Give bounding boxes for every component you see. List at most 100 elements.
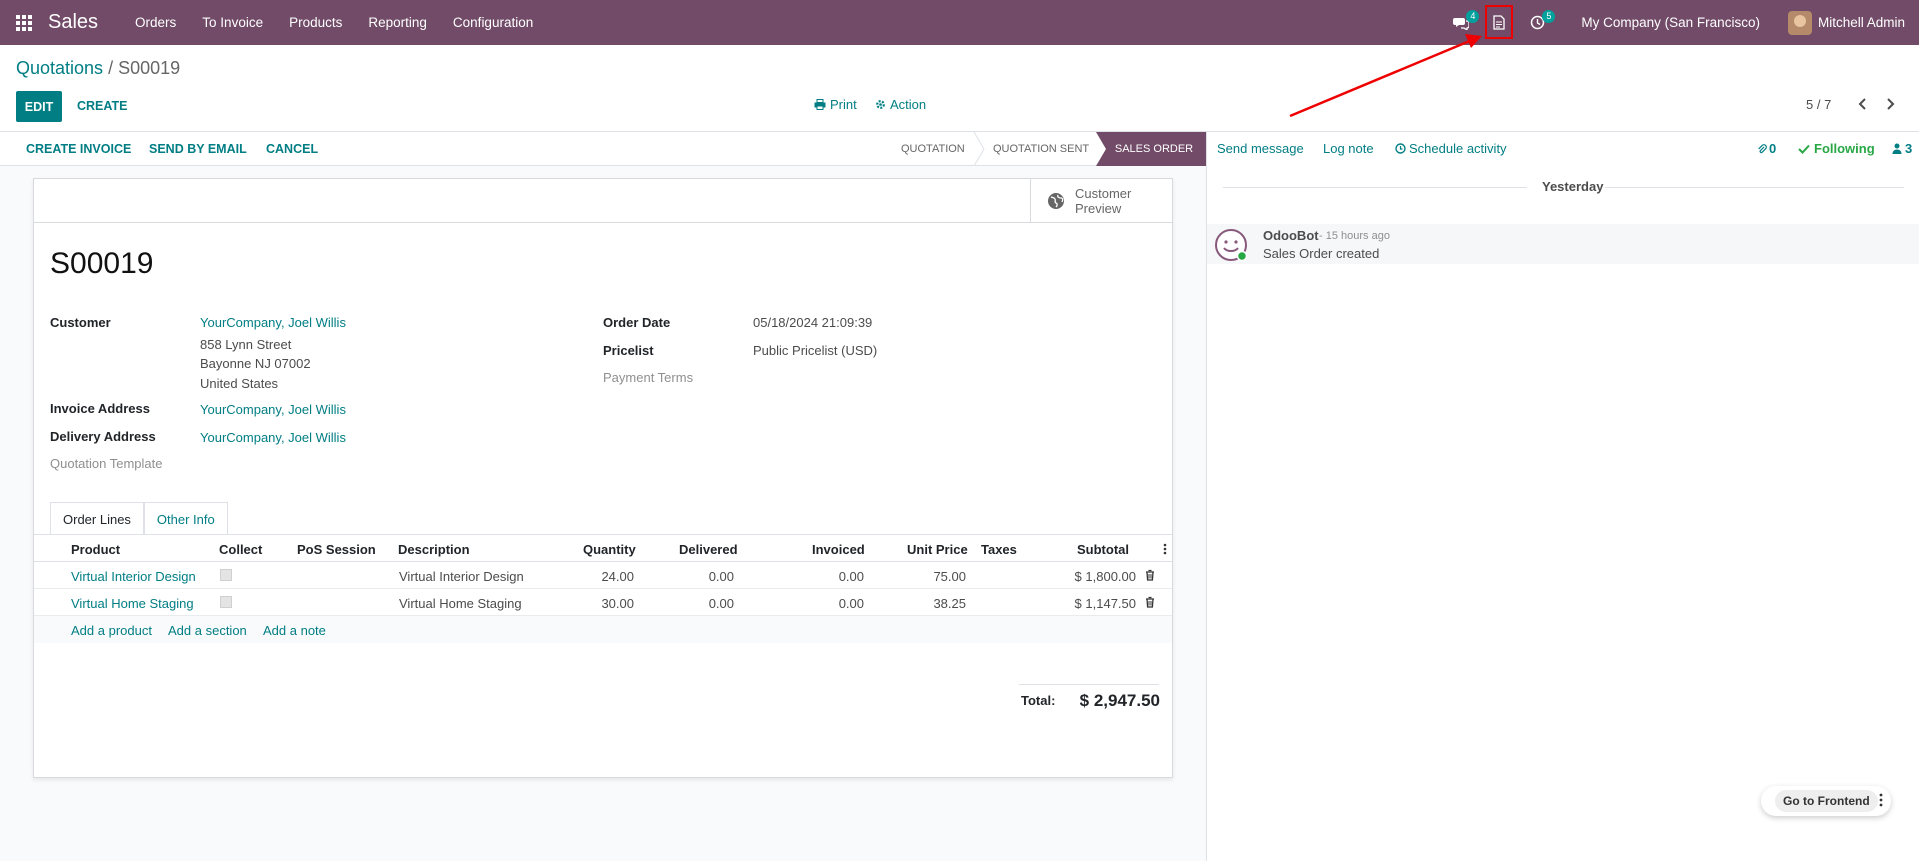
row-description: Virtual Home Staging (399, 596, 522, 611)
menu-orders[interactable]: Orders (122, 0, 189, 45)
attachments-count: 0 (1769, 141, 1777, 156)
menu-products[interactable]: Products (276, 0, 355, 45)
activity-menu[interactable]: 5 (1521, 0, 1556, 45)
header-taxes[interactable]: Taxes (981, 542, 1017, 557)
chevron-right-icon[interactable] (1884, 97, 1896, 111)
preview-line-2: Preview (1075, 201, 1122, 216)
customer-link[interactable]: YourCompany, Joel Willis (200, 315, 346, 330)
following-button[interactable]: Following (1798, 141, 1875, 156)
menu-to-invoice[interactable]: To Invoice (189, 0, 276, 45)
optional-columns-icon[interactable] (1163, 543, 1167, 555)
statusbar: CREATE INVOICE SEND BY EMAIL CANCEL QUOT… (0, 132, 1206, 166)
row-quantity: 24.00 (601, 569, 634, 584)
date-separator-line-right (1605, 187, 1904, 188)
add-section-link[interactable]: Add a section (168, 623, 247, 638)
row-product[interactable]: Virtual Home Staging (71, 596, 194, 611)
breadcrumb: Quotations / S00019 (16, 58, 180, 79)
invoice-address-link[interactable]: YourCompany, Joel Willis (200, 402, 346, 417)
delivery-address-link[interactable]: YourCompany, Joel Willis (200, 430, 346, 445)
menu-configuration[interactable]: Configuration (440, 0, 546, 45)
row-invoiced: 0.00 (838, 596, 864, 611)
row-delivered: 0.00 (708, 596, 734, 611)
messages-count-badge: 4 (1466, 10, 1480, 23)
order-date-label: Order Date (603, 315, 671, 330)
followers-count: 3 (1905, 141, 1913, 156)
followers-button[interactable]: 3 (1892, 141, 1912, 156)
app-name[interactable]: Sales (48, 11, 98, 34)
header-collect[interactable]: Collect (219, 542, 262, 557)
payment-terms-label: Payment Terms (603, 370, 694, 385)
header-description[interactable]: Description (398, 542, 470, 557)
tab-other-info[interactable]: Other Info (143, 502, 228, 535)
attachments-button[interactable]: 0 (1757, 141, 1776, 156)
address-line-2: Bayonne NJ 07002 (200, 356, 311, 371)
tab-order-lines[interactable]: Order Lines (50, 502, 144, 535)
following-label: Following (1814, 141, 1875, 156)
message-time: - 15 hours ago (1319, 230, 1390, 242)
menu-reporting[interactable]: Reporting (355, 0, 440, 45)
stage-quotation-sent[interactable]: QUOTATION SENT (993, 132, 1089, 166)
header-subtotal[interactable]: Subtotal (1077, 542, 1129, 557)
row-product[interactable]: Virtual Interior Design (71, 569, 196, 584)
document-menu[interactable] (1483, 0, 1515, 45)
create-button[interactable]: CREATE (77, 91, 127, 122)
customer-preview-label: Customer Preview (1075, 186, 1131, 216)
message-author[interactable]: OdooBot (1263, 228, 1319, 243)
row-quantity: 30.00 (601, 596, 634, 611)
cancel-button[interactable]: CANCEL (266, 132, 318, 166)
company-switcher[interactable]: My Company (San Francisco) (1581, 15, 1760, 30)
pager-value[interactable]: 5 / 7 (1806, 97, 1831, 112)
more-options-icon[interactable] (1879, 792, 1883, 808)
messaging-menu[interactable]: 4 (1445, 0, 1480, 45)
action-button[interactable]: Action (875, 97, 926, 112)
create-invoice-button[interactable]: CREATE INVOICE (26, 132, 131, 166)
header-product[interactable]: Product (71, 542, 120, 557)
customer-label: Customer (50, 315, 111, 330)
row-unit-price: 75.00 (933, 569, 966, 584)
header-pos-session[interactable]: PoS Session (297, 542, 376, 557)
send-message-button[interactable]: Send message (1217, 141, 1304, 156)
message-body: Sales Order created (1263, 246, 1380, 261)
trash-icon[interactable] (1145, 569, 1155, 581)
user-icon (1892, 143, 1902, 154)
go-to-frontend-button[interactable]: Go to Frontend (1775, 790, 1878, 812)
send-by-email-button[interactable]: SEND BY EMAIL (149, 132, 247, 166)
user-name: Mitchell Admin (1817, 15, 1905, 30)
chevron-left-icon[interactable] (1857, 97, 1869, 111)
order-title: S00019 (50, 247, 154, 280)
stage-sales-order: SALES ORDER (1096, 132, 1206, 166)
total-label: Total: (1021, 693, 1056, 708)
header-invoiced[interactable]: Invoiced (812, 542, 865, 557)
log-note-button[interactable]: Log note (1323, 141, 1374, 156)
odoobot-avatar-icon (1215, 229, 1248, 262)
table-row[interactable]: Virtual Interior Design Virtual Interior… (34, 562, 1172, 589)
stage-quotation[interactable]: QUOTATION (901, 132, 965, 166)
edit-button[interactable]: EDIT (16, 91, 62, 122)
trash-icon[interactable] (1145, 596, 1155, 608)
header-delivered[interactable]: Delivered (679, 542, 738, 557)
print-icon (814, 99, 826, 110)
add-product-link[interactable]: Add a product (71, 623, 152, 638)
print-button[interactable]: Print (814, 97, 857, 112)
collect-checkbox[interactable] (220, 596, 232, 608)
date-separator-label: Yesterday (1534, 179, 1612, 194)
chatter-message: OdooBot - 15 hours ago Sales Order creat… (1207, 224, 1919, 264)
schedule-activity-button[interactable]: Schedule activity (1395, 141, 1507, 156)
pricelist-value: Public Pricelist (USD) (753, 343, 878, 358)
paperclip-icon (1758, 143, 1767, 153)
breadcrumb-quotations[interactable]: Quotations (16, 58, 103, 78)
header-quantity[interactable]: Quantity (583, 542, 636, 557)
user-menu[interactable]: Mitchell Admin (1787, 10, 1905, 35)
order-date-value: 05/18/2024 21:09:39 (753, 315, 873, 330)
customer-preview-button[interactable]: Customer Preview (1030, 179, 1172, 223)
table-row[interactable]: Virtual Home Staging Virtual Home Stagin… (34, 589, 1172, 616)
header-unit-price[interactable]: Unit Price (907, 542, 968, 557)
row-delivered: 0.00 (708, 569, 734, 584)
breadcrumb-separator: / (103, 58, 119, 78)
quotation-template-label: Quotation Template (50, 456, 163, 471)
apps-menu-icon[interactable] (16, 14, 32, 31)
collect-checkbox[interactable] (220, 569, 232, 581)
top-navbar: Sales Orders To Invoice Products Reporti… (0, 0, 1919, 45)
schedule-activity-label: Schedule activity (1409, 141, 1507, 156)
add-note-link[interactable]: Add a note (263, 623, 326, 638)
